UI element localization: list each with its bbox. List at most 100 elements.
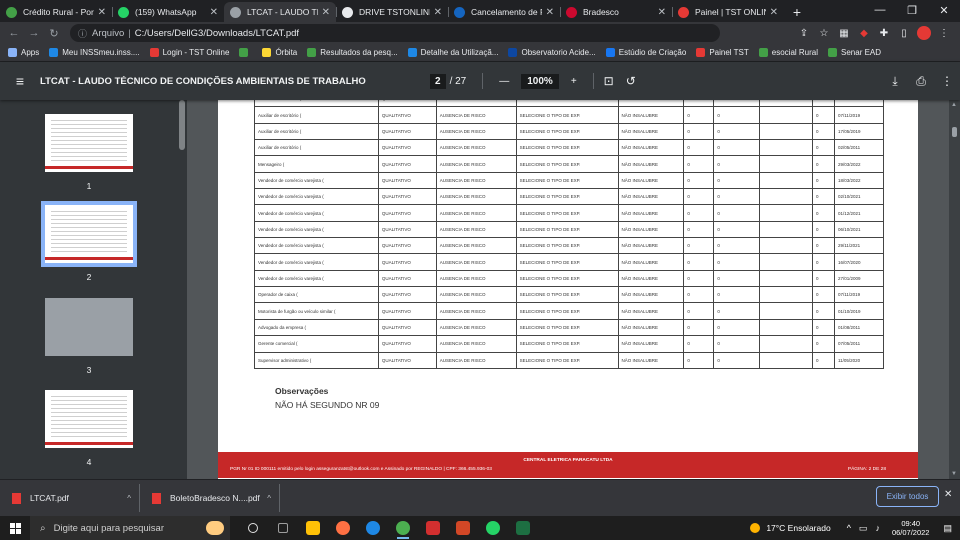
taskbar-app-whatsapp[interactable] — [478, 516, 508, 540]
close-window-icon[interactable]: ✕ — [928, 0, 960, 20]
hamburger-menu-icon[interactable]: ≡ — [0, 73, 40, 89]
taskbar-app-chrome[interactable] — [388, 516, 418, 540]
taskbar-app-file-explorer[interactable] — [298, 516, 328, 540]
table-cell: AUSENCIA DE RISCO — [435, 286, 517, 304]
notifications-icon[interactable]: ▤ — [943, 523, 952, 534]
zoom-out-icon[interactable]: — — [499, 76, 509, 87]
bookmark-item[interactable]: esocial Rural — [758, 48, 818, 57]
fit-page-icon[interactable]: ⊡ — [604, 74, 614, 88]
tab-close-icon[interactable]: ✕ — [770, 7, 778, 18]
tab-close-icon[interactable]: ✕ — [322, 7, 330, 18]
zoom-input[interactable]: 100% — [521, 73, 559, 89]
volume-icon[interactable]: ♪ — [875, 523, 880, 533]
table-cell: 0 — [812, 204, 835, 222]
search-highlight-icon — [206, 521, 224, 535]
zoom-in-icon[interactable]: + — [571, 76, 577, 87]
extensions-puzzle-icon[interactable]: ✚ — [874, 24, 894, 42]
show-all-downloads-button[interactable]: Exibir todos — [876, 486, 939, 507]
browser-tab[interactable]: Crédito Rural - Portal ✕ — [0, 2, 112, 22]
windows-start-icon[interactable] — [0, 522, 30, 534]
tab-close-icon[interactable]: ✕ — [434, 7, 442, 18]
bookmark-item[interactable]: Órbita — [262, 48, 297, 57]
weather-widget[interactable]: 17°C Ensolarado — [750, 523, 831, 533]
extension-grid-icon[interactable]: ▦ — [834, 24, 854, 42]
bookmark-star-icon[interactable]: ☆ — [814, 24, 834, 42]
current-page-input[interactable]: 2 — [430, 73, 446, 89]
forward-icon[interactable]: → — [24, 27, 44, 39]
tab-favicon-icon — [230, 6, 241, 18]
download-item[interactable]: BoletoBradesco N....pdf ^ — [140, 484, 280, 512]
table-cell: 18/03/2022 — [833, 171, 885, 190]
page-thumbnail[interactable] — [45, 114, 133, 172]
scroll-thumb[interactable] — [952, 127, 957, 137]
page-thumbnail[interactable] — [45, 390, 133, 448]
table-cell: 0 — [713, 220, 761, 239]
download-options-chevron-icon[interactable]: ^ — [127, 494, 131, 503]
sidepanel-icon[interactable]: ▯ — [894, 24, 914, 42]
bookmark-item[interactable]: Observatorio Acide... — [508, 48, 596, 57]
browser-tab[interactable]: (159) WhatsApp ✕ — [112, 2, 224, 22]
tab-close-icon[interactable]: ✕ — [98, 7, 106, 18]
taskbar-search-box[interactable]: ⌕ Digite aqui para pesquisar — [30, 516, 230, 540]
minimize-icon[interactable]: — — [864, 0, 896, 20]
maximize-icon[interactable]: ❐ — [896, 0, 928, 20]
bookmark-item[interactable]: Senar EAD — [828, 48, 881, 57]
taskbar-app-firefox[interactable] — [328, 516, 358, 540]
taskbar-app-widgets[interactable] — [268, 516, 298, 540]
back-icon[interactable]: ← — [4, 27, 24, 39]
clock[interactable]: 09:40 06/07/2022 — [892, 519, 930, 537]
page-thumbnail[interactable] — [45, 298, 133, 356]
print-icon[interactable]: ⎙ — [908, 74, 934, 89]
taskbar-app-edge[interactable] — [358, 516, 388, 540]
taskbar-app-task-view[interactable] — [238, 516, 268, 540]
bookmark-item[interactable]: Painel TST — [696, 48, 749, 57]
browser-menu-icon[interactable]: ⋮ — [934, 24, 954, 42]
download-item[interactable]: LTCAT.pdf ^ — [0, 484, 140, 512]
table-cell: NÃO INSALUBRE — [617, 106, 685, 124]
network-icon[interactable]: ▭ — [859, 523, 868, 534]
table-cell: NÃO INSALUBRE — [617, 318, 685, 337]
thumbnail-page-number: 3 — [86, 365, 92, 375]
bookmark-item[interactable]: Estúdio de Criação — [605, 48, 686, 57]
bookmark-item[interactable] — [239, 48, 252, 57]
rotate-icon[interactable]: ↺ — [626, 74, 636, 88]
sidebar-scrollbar[interactable] — [179, 100, 185, 150]
browser-tab[interactable]: DRIVE TSTONLINE ✕ — [336, 2, 448, 22]
browser-tab[interactable]: LTCAT - LAUDO TÉCNICO ✕ — [224, 2, 336, 22]
address-bar[interactable]: ⓘ Arquivo | C:/Users/DellG3/Downloads/LT… — [70, 24, 720, 42]
taskbar-app-excel[interactable] — [508, 516, 538, 540]
table-row: Vendedor de comércio varejista (QUALITAT… — [254, 204, 885, 222]
tab-close-icon[interactable]: ✕ — [546, 7, 554, 18]
reload-icon[interactable]: ↻ — [44, 27, 64, 40]
table-row: Supervisor administrativo (QUALITATIVO AU… — [254, 351, 885, 369]
url-text[interactable]: C:/Users/DellG3/Downloads/LTCAT.pdf — [135, 28, 299, 39]
close-downloads-icon[interactable]: ✕ — [944, 489, 952, 500]
browser-tab[interactable]: Painel | TST ONLINE ✕ — [672, 2, 784, 22]
profile-avatar[interactable] — [917, 26, 931, 40]
download-icon[interactable]: ⤓ — [882, 74, 908, 89]
page-thumbnail[interactable] — [41, 201, 137, 267]
scroll-down-icon[interactable]: ▼ — [951, 471, 957, 477]
browser-tab[interactable]: Cancelamento de Pro ✕ — [448, 2, 560, 22]
document-scrollbar[interactable]: ▲ ▼ — [949, 100, 960, 479]
bookmark-item[interactable]: Apps — [8, 48, 39, 57]
download-options-chevron-icon[interactable]: ^ — [267, 494, 271, 503]
browser-tab[interactable]: Bradesco ✕ — [560, 2, 672, 22]
hidden-icons-chevron-icon[interactable]: ^ — [847, 523, 851, 533]
tab-close-icon[interactable]: ✕ — [658, 7, 666, 18]
share-icon[interactable]: ⇪ — [794, 24, 814, 42]
info-icon[interactable]: ⓘ — [78, 27, 87, 40]
tab-close-icon[interactable]: ✕ — [210, 7, 218, 18]
table-cell: 0 — [812, 106, 835, 124]
extension-red-icon[interactable]: ◆ — [854, 24, 874, 42]
taskbar-app-powerpoint[interactable] — [448, 516, 478, 540]
bookmark-item[interactable]: Detalhe da Utilizaçã... — [407, 48, 498, 57]
taskbar-app-acrobat[interactable] — [418, 516, 448, 540]
bookmark-item[interactable]: Meu INSSmeu.inss.... — [49, 48, 140, 57]
bookmark-item[interactable]: Resultados da pesq... — [307, 48, 398, 57]
new-tab-button[interactable]: + — [788, 2, 806, 22]
pdf-more-icon[interactable]: ⋮ — [934, 74, 960, 89]
table-cell: AUSENCIA DE RISCO — [435, 155, 517, 173]
scroll-up-icon[interactable]: ▲ — [951, 102, 957, 108]
bookmark-item[interactable]: Login - TST Online — [149, 48, 229, 57]
